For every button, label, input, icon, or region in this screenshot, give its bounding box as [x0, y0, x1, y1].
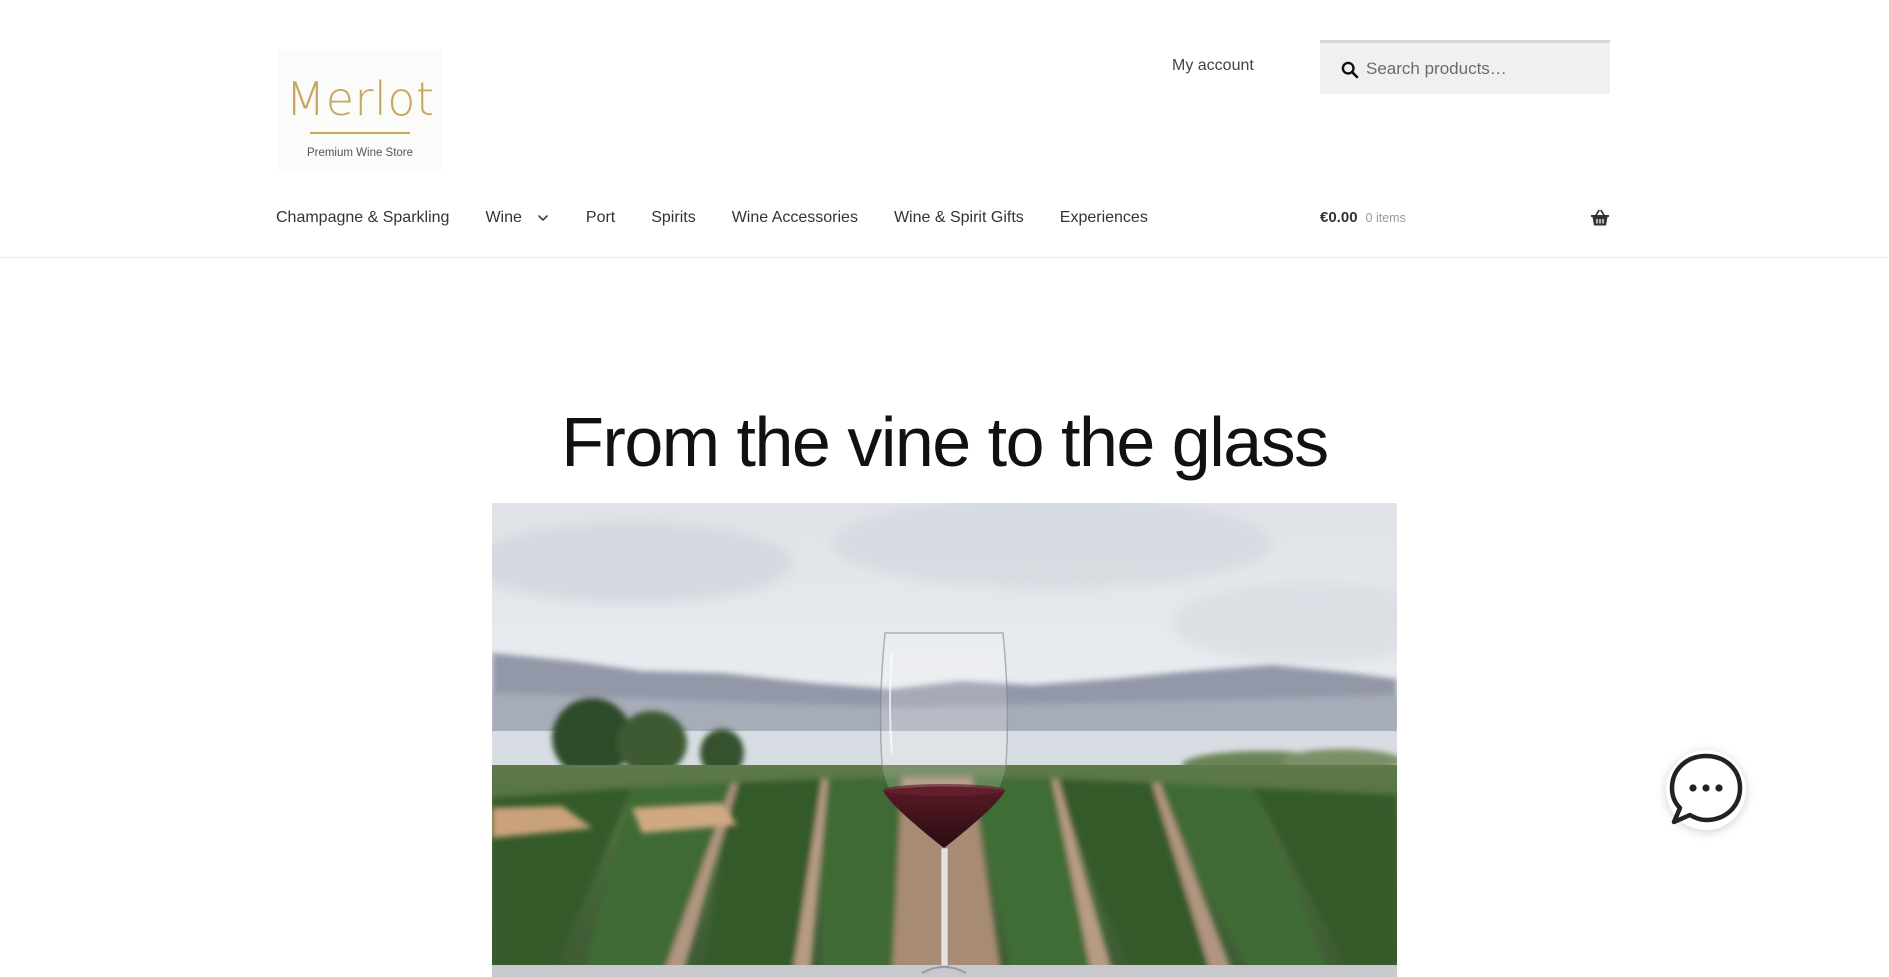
site-logo[interactable]: Merlot Premium Wine Store [278, 50, 442, 172]
hero-image [492, 503, 1397, 977]
search-input[interactable] [1366, 47, 1596, 91]
nav-item-spirits[interactable]: Spirits [651, 208, 695, 228]
cart-summary-link[interactable]: €0.00 0 items [1320, 209, 1406, 226]
nav-item-wine-accessories[interactable]: Wine Accessories [732, 208, 858, 228]
chat-button[interactable] [1666, 750, 1746, 830]
nav-item-label: Wine & Spirit Gifts [893, 209, 1024, 226]
logo-tagline: Premium Wine Store [306, 147, 414, 159]
chat-bubble-icon [1669, 753, 1743, 825]
search-icon[interactable] [1341, 61, 1359, 79]
cart-item-count: 0 items [1365, 211, 1406, 225]
logo-wordmark: Merlot [285, 72, 435, 126]
nav-item-port[interactable]: Port [586, 208, 615, 228]
nav-item-label: Experiences [1059, 209, 1148, 226]
nav-item-experiences[interactable]: Experiences [1060, 208, 1148, 228]
search-box [1320, 40, 1610, 94]
nav-item-label: Wine Accessories [731, 209, 858, 226]
nav-item-wine[interactable]: Wine [485, 208, 549, 228]
nav-item-champagne-sparkling[interactable]: Champagne & Sparkling [276, 208, 449, 228]
cart-amount: €0.00 [1320, 209, 1358, 226]
nav-item-label: Wine [485, 209, 522, 226]
wine-glass-vineyard-photo [492, 503, 1397, 977]
nav-item-wine-spirit-gifts[interactable]: Wine & Spirit Gifts [894, 208, 1024, 228]
primary-navigation: Champagne & Sparkling Wine Port Spirits … [276, 208, 1184, 228]
my-account-link[interactable]: My account [1172, 56, 1254, 76]
logo-divider [310, 132, 410, 134]
hero-title: From the vine to the glass [561, 403, 1329, 481]
nav-item-label: Champagne & Sparkling [276, 209, 450, 226]
header-divider [0, 257, 1889, 258]
chevron-down-icon[interactable] [536, 211, 550, 225]
basket-icon[interactable] [1590, 209, 1610, 227]
nav-item-label: Spirits [651, 209, 696, 226]
nav-item-label: Port [585, 209, 616, 226]
